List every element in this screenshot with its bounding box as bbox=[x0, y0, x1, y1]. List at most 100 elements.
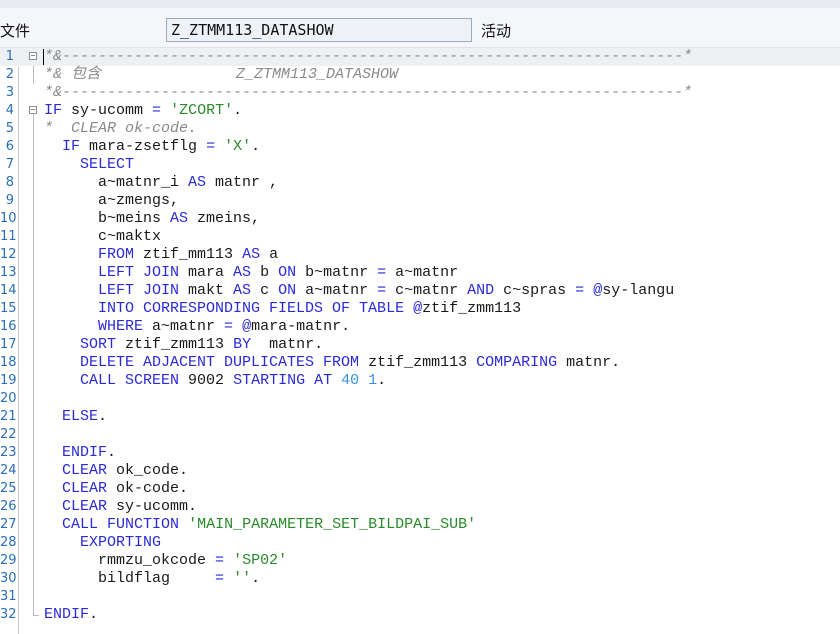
code-line[interactable]: 20 bbox=[0, 390, 840, 408]
code-line[interactable]: 18 DELETE ADJACENT DUPLICATES FROM ztif_… bbox=[0, 354, 840, 372]
code-token: CLEAR bbox=[62, 462, 108, 479]
code-token: SORT bbox=[80, 336, 117, 353]
code-token: ENDIF bbox=[62, 444, 108, 461]
code-editor[interactable]: 1− *&------------------------------------… bbox=[0, 48, 840, 634]
code-token: SELECT bbox=[80, 156, 135, 173]
code-token: WHERE bbox=[98, 318, 144, 335]
code-line[interactable]: 3 *&-------------------------------------… bbox=[0, 84, 840, 102]
code-token: 40 bbox=[341, 372, 360, 389]
code-token: c~maktx bbox=[44, 228, 162, 245]
code-line[interactable]: 4 − IF sy-ucomm = 'ZCORT'. bbox=[0, 102, 840, 120]
code-line[interactable]: 8 a~matnr_i AS matnr , bbox=[0, 174, 840, 192]
code-token: AS bbox=[242, 246, 261, 263]
code-token: ok-code. bbox=[107, 480, 189, 497]
line-number: 32 bbox=[0, 607, 17, 622]
code-text: *&--------------------------------------… bbox=[44, 84, 692, 102]
code-line[interactable]: 31 bbox=[0, 588, 840, 606]
menu-activate[interactable]: 活动 bbox=[481, 20, 511, 41]
toolbar: 文件 活动 bbox=[0, 8, 840, 48]
code-line[interactable]: 9 a~zmengs, bbox=[0, 192, 840, 210]
code-text: SORT ztif_zmm113 BY matnr. bbox=[44, 336, 323, 354]
code-token: . bbox=[251, 138, 261, 155]
code-line[interactable]: 14 LEFT JOIN makt AS c ON a~matnr = c~ma… bbox=[0, 282, 840, 300]
code-line[interactable]: 15 INTO CORRESPONDING FIELDS OF TABLE @z… bbox=[0, 300, 840, 318]
code-token: *&--------------------------------------… bbox=[44, 48, 693, 65]
line-number: 4 bbox=[5, 103, 14, 118]
menu-file[interactable]: 文件 bbox=[0, 20, 30, 41]
line-number: 17 bbox=[0, 337, 17, 352]
code-token: . bbox=[98, 408, 108, 425]
code-line[interactable]: 22 bbox=[0, 426, 840, 444]
line-number: 5 bbox=[5, 121, 14, 136]
text-cursor bbox=[43, 49, 44, 65]
code-token: c~matnr bbox=[386, 282, 468, 299]
code-line[interactable]: 5 * CLEAR ok-code. bbox=[0, 120, 840, 138]
code-text: CALL SCREEN 9002 STARTING AT 40 1. bbox=[44, 372, 386, 390]
line-number: 23 bbox=[0, 445, 17, 460]
code-token: IF bbox=[44, 102, 63, 119]
code-line[interactable]: 23 ENDIF. bbox=[0, 444, 840, 462]
code-token: a bbox=[260, 246, 279, 263]
code-token: a~matnr bbox=[143, 318, 225, 335]
code-line[interactable]: 19 CALL SCREEN 9002 STARTING AT 40 1. bbox=[0, 372, 840, 390]
code-line[interactable]: 26 CLEAR sy-ucomm. bbox=[0, 498, 840, 516]
code-token: = bbox=[575, 282, 585, 299]
object-name-field[interactable] bbox=[166, 18, 472, 42]
code-text: SELECT bbox=[44, 156, 134, 174]
code-token: CLEAR bbox=[62, 498, 108, 515]
code-token: LEFT JOIN bbox=[98, 264, 180, 281]
fold-toggle-icon[interactable]: − bbox=[29, 52, 37, 60]
code-token: bildflag bbox=[44, 570, 216, 587]
code-line[interactable]: 30 bildflag = ''. bbox=[0, 570, 840, 588]
code-token: sy-ucomm bbox=[62, 102, 153, 119]
line-number: 8 bbox=[5, 175, 14, 190]
code-line[interactable]: 21 ELSE. bbox=[0, 408, 840, 426]
code-token: CALL FUNCTION bbox=[62, 516, 180, 533]
code-token: AS bbox=[233, 264, 252, 281]
code-text: * CLEAR ok-code. bbox=[44, 120, 197, 138]
code-token: . bbox=[377, 372, 387, 389]
code-token: INTO CORRESPONDING FIELDS OF TABLE bbox=[98, 300, 405, 317]
code-line[interactable]: 10 b~meins AS zmeins, bbox=[0, 210, 840, 228]
code-token: DELETE ADJACENT DUPLICATES FROM bbox=[80, 354, 360, 371]
code-line[interactable]: 32 ENDIF. bbox=[0, 606, 840, 624]
code-line[interactable]: 2 *& 包含 Z_ZTMM113_DATASHOW bbox=[0, 66, 840, 84]
line-number: 16 bbox=[0, 319, 17, 334]
code-text: DELETE ADJACENT DUPLICATES FROM ztif_zmm… bbox=[44, 354, 620, 372]
code-text: WHERE a~matnr = @mara-matnr. bbox=[44, 318, 350, 336]
code-line[interactable]: 7 SELECT bbox=[0, 156, 840, 174]
code-line[interactable]: 28 EXPORTING bbox=[0, 534, 840, 552]
code-token: *& 包含 Z_ZTMM113_DATASHOW bbox=[44, 66, 399, 83]
line-number: 7 bbox=[5, 157, 14, 172]
code-line[interactable]: 1 − *&------------------------------------… bbox=[0, 48, 840, 66]
fold-toggle-icon[interactable]: − bbox=[29, 106, 37, 114]
line-number: 13 bbox=[0, 265, 17, 280]
code-line[interactable]: 24 CLEAR ok_code. bbox=[0, 462, 840, 480]
code-line[interactable]: 29 rmmzu_okcode = 'SP02' bbox=[0, 552, 840, 570]
code-line[interactable]: 16 WHERE a~matnr = @mara-matnr. bbox=[0, 318, 840, 336]
code-line[interactable]: 6 IF mara-zsetflg = 'X'. bbox=[0, 138, 840, 156]
code-line[interactable]: 17 SORT ztif_zmm113 BY matnr. bbox=[0, 336, 840, 354]
line-number: 22 bbox=[0, 427, 17, 442]
code-text: IF mara-zsetflg = 'X'. bbox=[44, 138, 260, 156]
code-line[interactable]: 13 LEFT JOIN mara AS b ON b~matnr = a~ma… bbox=[0, 264, 840, 282]
code-token: a~matnr_i bbox=[44, 174, 189, 191]
code-line[interactable]: 27 CALL FUNCTION 'MAIN_PARAMETER_SET_BIL… bbox=[0, 516, 840, 534]
code-line[interactable]: 12 FROM ztif_mm113 AS a bbox=[0, 246, 840, 264]
code-text: CLEAR ok-code. bbox=[44, 480, 188, 498]
code-text: CLEAR ok_code. bbox=[44, 462, 188, 480]
code-line[interactable]: 25 CLEAR ok-code. bbox=[0, 480, 840, 498]
line-number: 18 bbox=[0, 355, 17, 370]
line-number: 27 bbox=[0, 517, 17, 532]
code-line[interactable]: 11 c~maktx bbox=[0, 228, 840, 246]
